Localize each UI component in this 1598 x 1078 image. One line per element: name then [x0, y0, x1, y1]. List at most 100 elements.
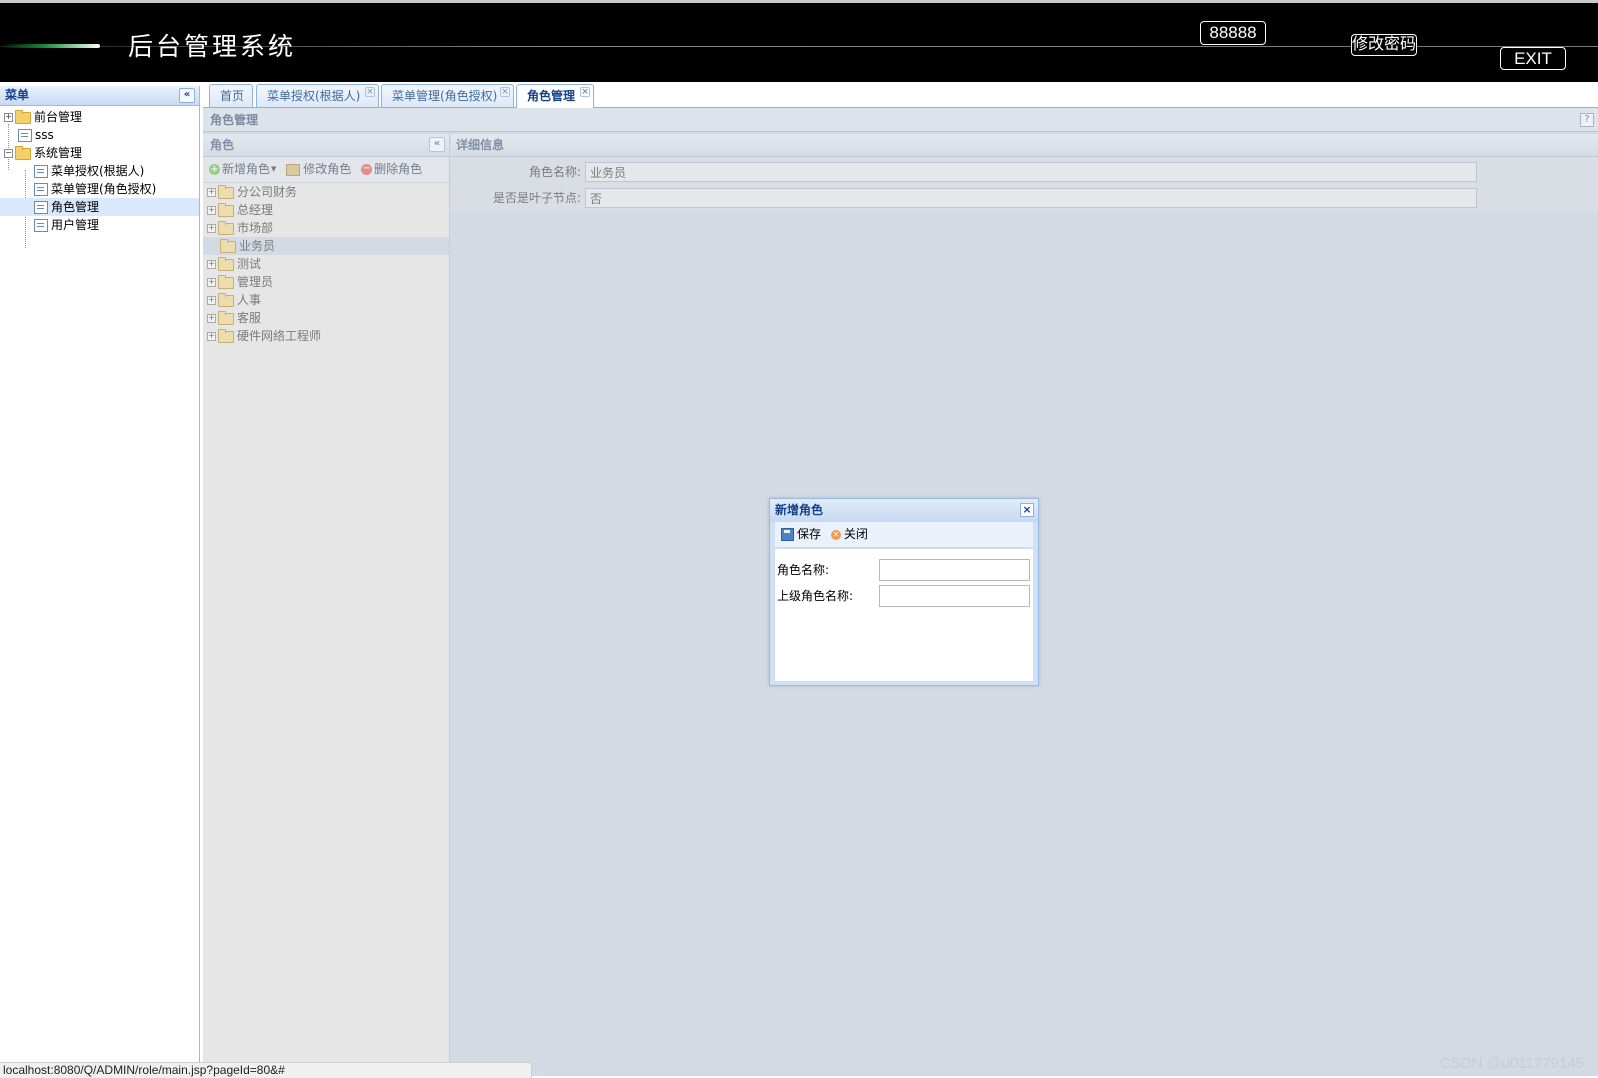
menu-item-front-management[interactable]: + 前台管理 [4, 108, 82, 126]
tab-menu-auth-by-person[interactable]: 菜单授权(根据人) × [256, 84, 379, 107]
page-icon [34, 183, 48, 196]
role-item[interactable]: + 市场部 [207, 219, 273, 237]
is-leaf-row: 是否是叶子节点: 否 [451, 187, 1598, 209]
role-label: 分公司财务 [237, 185, 298, 199]
menu-item-menu-management-role-auth[interactable]: 菜单管理(角色授权) [34, 180, 156, 198]
tab-menu-management-role-auth[interactable]: 菜单管理(角色授权) × [381, 84, 514, 107]
expand-icon[interactable]: + [207, 278, 216, 287]
menu-item-label: 用户管理 [51, 218, 100, 232]
save-icon [781, 528, 794, 541]
add-role-button[interactable]: + 新增角色▼ [209, 157, 276, 182]
tab-role-management[interactable]: 角色管理 × [516, 84, 594, 108]
expand-icon[interactable]: + [207, 224, 216, 233]
edit-role-button[interactable]: 修改角色 [286, 157, 351, 182]
folder-icon [218, 256, 234, 271]
detail-panel-title: 详细信息 [456, 138, 505, 152]
tab-home[interactable]: 首页 [209, 84, 253, 107]
dialog-title: 新增角色 [775, 503, 824, 517]
menu-item-label: 角色管理 [51, 200, 100, 214]
exit-button[interactable]: EXIT [1500, 47, 1566, 70]
save-label: 保存 [797, 527, 822, 541]
close-label: 关闭 [843, 527, 868, 541]
expand-icon[interactable]: + [207, 206, 216, 215]
role-item[interactable]: + 分公司财务 [207, 183, 297, 201]
detail-form: 角色名称: 业务员 是否是叶子节点: 否 [451, 157, 1598, 213]
dialog-toolbar: 保存 ✕ 关闭 [775, 522, 1033, 548]
menu-panel: 菜单 « + 前台管理 sss − 系统管理 菜单授权(根据人) 菜单管理(角色授权… [0, 86, 200, 1066]
role-item[interactable]: + 人事 [207, 291, 261, 309]
collapse-role-panel-icon[interactable]: « [429, 137, 445, 152]
delete-role-label: 删除角色 [374, 162, 423, 176]
folder-icon [218, 202, 234, 217]
tab-close-icon[interactable]: × [365, 87, 375, 97]
close-circle-icon: ✕ [830, 529, 841, 540]
user-badge[interactable]: 88888 [1200, 21, 1266, 45]
menu-tree: + 前台管理 sss − 系统管理 菜单授权(根据人) 菜单管理(角色授权) 角色管… [0, 106, 199, 248]
menu-item-label: sss [35, 128, 54, 142]
role-name-row: 角色名称: 业务员 [451, 161, 1598, 183]
role-label: 管理员 [237, 275, 274, 289]
expand-icon[interactable]: + [207, 188, 216, 197]
tab-close-icon[interactable]: × [580, 87, 590, 97]
role-item[interactable]: + 客服 [207, 309, 261, 327]
dialog-form: 角色名称: 上级角色名称: [775, 549, 1033, 681]
collapse-left-icon[interactable]: « [179, 88, 195, 103]
status-bar-url: localhost:8080/Q/ADMIN/role/main.jsp?pag… [0, 1062, 532, 1078]
app-title: 后台管理系统 [128, 32, 297, 61]
expand-icon[interactable]: + [207, 260, 216, 269]
folder-icon [218, 328, 234, 343]
menu-item-system-management[interactable]: − 系统管理 [4, 144, 82, 162]
parent-role-name-input[interactable] [879, 585, 1030, 607]
menu-item-sss[interactable]: sss [18, 126, 54, 144]
role-label: 客服 [237, 311, 262, 325]
delete-icon: − [361, 163, 373, 175]
role-item-selected[interactable]: 业务员 [203, 237, 449, 255]
help-icon[interactable]: ? [1580, 113, 1594, 127]
main-panel-header: 角色管理 ? [203, 108, 1598, 132]
expand-icon[interactable]: + [207, 314, 216, 323]
tab-label: 菜单授权(根据人) [267, 89, 361, 103]
tab-close-icon[interactable]: × [500, 87, 510, 97]
role-label: 总经理 [237, 203, 274, 217]
menu-item-user-management[interactable]: 用户管理 [34, 216, 99, 234]
role-name-label: 角色名称: [528, 165, 581, 179]
folder-icon [15, 109, 31, 124]
edit-icon [286, 163, 301, 176]
collapse-icon[interactable]: − [4, 149, 13, 158]
delete-role-button[interactable]: − 删除角色 [361, 157, 422, 182]
role-item[interactable]: + 总经理 [207, 201, 273, 219]
expand-icon[interactable]: + [207, 296, 216, 305]
close-button[interactable]: ✕ 关闭 [830, 522, 868, 547]
page-icon [34, 165, 48, 178]
detail-panel-header: 详细信息 [451, 134, 1598, 157]
role-label: 业务员 [239, 239, 276, 253]
add-role-dialog: 新增角色 × 保存 ✕ 关闭 角色名称: 上级角色名称: [769, 498, 1039, 686]
folder-icon [218, 220, 234, 235]
watermark: CSDN @u011779145 [1439, 1055, 1584, 1072]
menu-item-label: 系统管理 [34, 146, 83, 160]
menu-item-role-management[interactable]: 角色管理 [0, 198, 199, 216]
role-item[interactable]: + 硬件网络工程师 [207, 327, 321, 345]
menu-item-menu-auth-by-person[interactable]: 菜单授权(根据人) [34, 162, 144, 180]
change-password-button[interactable]: 修改密码 [1351, 34, 1417, 56]
parent-role-name-label: 上级角色名称: [777, 589, 854, 603]
folder-icon [218, 292, 234, 307]
main-panel-title: 角色管理 [210, 113, 259, 127]
role-item[interactable]: + 测试 [207, 255, 261, 273]
is-leaf-label: 是否是叶子节点: [492, 191, 581, 205]
role-name-input[interactable] [879, 559, 1030, 581]
is-leaf-field[interactable]: 否 [585, 188, 1477, 208]
role-panel-title: 角色 [210, 138, 235, 152]
close-icon[interactable]: × [1020, 503, 1034, 517]
save-button[interactable]: 保存 [781, 522, 821, 547]
expand-icon[interactable]: + [4, 113, 13, 122]
folder-icon [218, 184, 234, 199]
role-item[interactable]: + 管理员 [207, 273, 273, 291]
page-icon [18, 129, 32, 142]
expand-icon[interactable]: + [207, 332, 216, 341]
page-icon [34, 219, 48, 232]
role-label: 市场部 [237, 221, 274, 235]
tab-label: 首页 [220, 89, 245, 103]
role-name-field[interactable]: 业务员 [585, 162, 1477, 182]
menu-item-label: 菜单授权(根据人) [51, 164, 145, 178]
